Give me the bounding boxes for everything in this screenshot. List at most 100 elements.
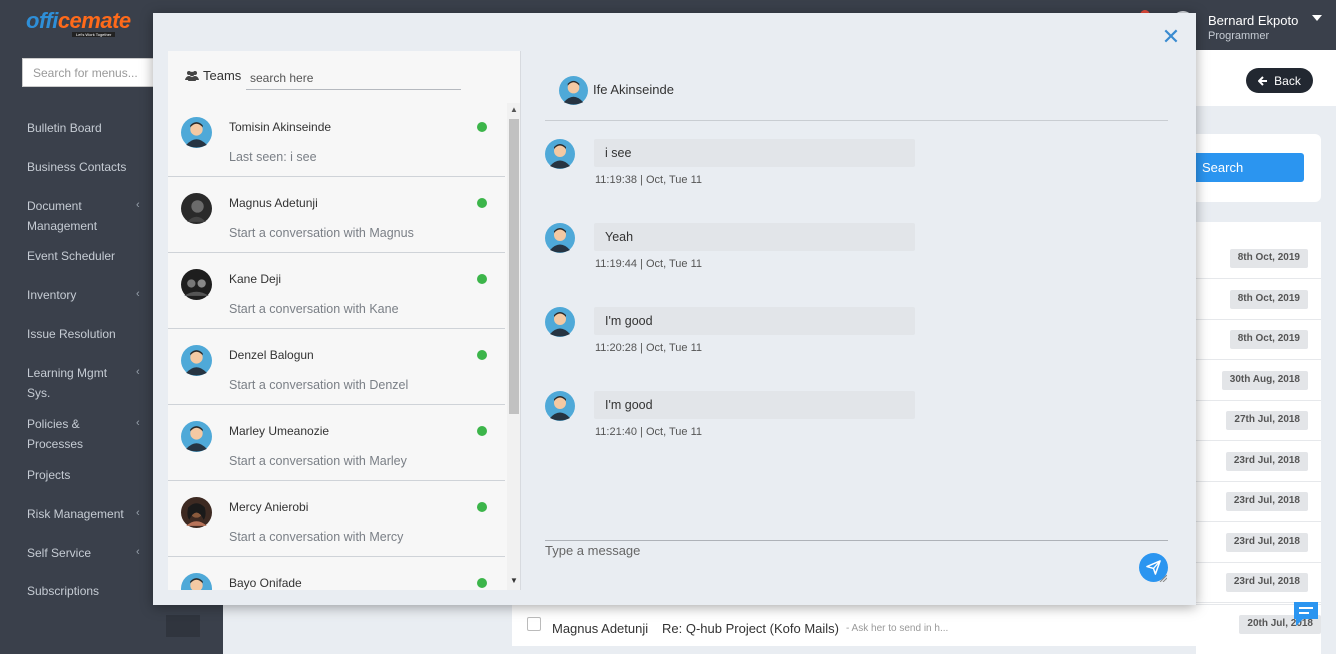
avatar (545, 139, 575, 169)
contact-item[interactable]: Tomisin Akinseinde Last seen: i see (168, 101, 505, 177)
sidebar-collapse-button[interactable] (166, 615, 200, 637)
contact-item[interactable]: Bayo Onifade (168, 557, 505, 590)
contact-status: Start a conversation with Mercy (229, 530, 404, 544)
sidebar-item-issue-resolution[interactable]: Issue Resolution (27, 324, 116, 344)
contact-item[interactable]: Denzel Balogun Start a conversation with… (168, 329, 505, 405)
scroll-down-icon[interactable]: ▼ (510, 576, 518, 585)
user-name[interactable]: Bernard Ekpoto (1208, 13, 1298, 28)
online-indicator (477, 274, 487, 284)
avatar (545, 307, 575, 337)
scrollbar-thumb[interactable] (509, 119, 519, 414)
logo-tagline: Let's Work Together (72, 32, 116, 37)
mail-subject[interactable]: Re: Q-hub Project (Kofo Mails) (662, 621, 839, 636)
list-row[interactable]: 8th Oct, 2019 (1196, 239, 1321, 279)
list-row[interactable]: 23rd Jul, 2018 (1196, 482, 1321, 522)
avatar (181, 269, 212, 300)
date-badge: 27th Jul, 2018 (1226, 411, 1308, 430)
sidebar-item-inventory[interactable]: Inventory (27, 285, 76, 305)
contact-status: Last seen: i see (229, 150, 317, 164)
chat-recipient-name: Ife Akinseinde (593, 82, 674, 97)
sidebar-item-policies[interactable]: Policies & Processes (27, 414, 107, 454)
sidebar-search-input[interactable]: Search for menus... (22, 58, 172, 87)
sidebar-item-event-scheduler[interactable]: Event Scheduler (27, 246, 115, 266)
contact-item[interactable]: Marley Umeanozie Start a conversation wi… (168, 405, 505, 481)
date-badge: 8th Oct, 2019 (1229, 290, 1308, 309)
list-row[interactable]: 8th Oct, 2019 (1196, 320, 1321, 360)
list-row[interactable]: 23rd Jul, 2018 (1196, 523, 1321, 563)
avatar (545, 223, 575, 253)
back-button[interactable]: Back (1246, 68, 1313, 93)
chevron-left-icon: ‹ (136, 366, 140, 378)
chevron-left-icon: ‹ (136, 199, 140, 211)
sidebar-item-document-management[interactable]: Document Management (27, 196, 117, 236)
sidebar-item-risk-management[interactable]: Risk Management (27, 504, 124, 524)
date-badge: 23rd Jul, 2018 (1225, 573, 1308, 592)
sidebar-item-subscriptions[interactable]: Subscriptions (27, 581, 99, 601)
sidebar-item-business-contacts[interactable]: Business Contacts (27, 157, 126, 177)
sidebar-item-projects[interactable]: Projects (27, 465, 70, 485)
contact-status: Start a conversation with Marley (229, 454, 407, 468)
avatar (181, 573, 212, 590)
chevron-left-icon: ‹ (136, 417, 140, 429)
online-indicator (477, 122, 487, 132)
chat-message: I'm good 11:20:28 | Oct, Tue 11 (545, 307, 1145, 367)
caret-down-icon[interactable] (1312, 15, 1322, 21)
chat-message: i see 11:19:38 | Oct, Tue 11 (545, 139, 1145, 199)
list-row[interactable]: 23rd Jul, 2018 (1196, 563, 1321, 603)
contact-list: Tomisin Akinseinde Last seen: i see Magn… (168, 101, 505, 590)
message-bubble: i see (594, 139, 915, 167)
contact-name: Tomisin Akinseinde (229, 120, 332, 134)
message-timestamp: 11:20:28 | Oct, Tue 11 (595, 342, 703, 354)
avatar (545, 391, 575, 421)
contact-status: Start a conversation with Denzel (229, 378, 409, 392)
sidebar-item-self-service[interactable]: Self Service (27, 543, 91, 563)
chat-message: I'm good 11:21:40 | Oct, Tue 11 (545, 391, 1145, 451)
online-indicator (477, 426, 487, 436)
app-logo[interactable]: officemate (26, 8, 131, 34)
list-row[interactable]: 30th Aug, 2018 (1196, 361, 1321, 401)
contact-name: Marley Umeanozie (229, 424, 330, 438)
teams-header: Teams (185, 68, 241, 83)
chevron-left-icon: ‹ (136, 288, 140, 300)
contact-status: Start a conversation with Magnus (229, 226, 414, 240)
sidebar-item-bulletin-board[interactable]: Bulletin Board (27, 118, 102, 138)
contact-name: Bayo Onifade (229, 576, 302, 590)
contact-search-input[interactable] (246, 66, 461, 90)
contact-item[interactable]: Mercy Anierobi Start a conversation with… (168, 481, 505, 557)
contact-name: Kane Deji (229, 272, 282, 286)
user-role: Programmer (1208, 30, 1270, 42)
chat-bubble-icon[interactable] (1291, 600, 1321, 628)
contact-item[interactable]: Magnus Adetunji Start a conversation wit… (168, 177, 505, 253)
chevron-left-icon: ‹ (136, 507, 140, 519)
mail-row[interactable]: Magnus Adetunji Re: Q-hub Project (Kofo … (512, 604, 1321, 646)
list-row[interactable]: 8th Oct, 2019 (1196, 280, 1321, 320)
date-badge: 8th Oct, 2019 (1229, 249, 1308, 268)
scroll-up-icon[interactable]: ▲ (510, 105, 518, 114)
teams-label: Teams (203, 68, 242, 83)
mail-checkbox[interactable] (527, 617, 541, 631)
chevron-left-icon: ‹ (136, 546, 140, 558)
message-bubble: Yeah (594, 223, 915, 251)
sidebar-item-learning-mgmt[interactable]: Learning Mgmt Sys. (27, 363, 117, 403)
message-composer (545, 540, 1168, 590)
users-icon (185, 71, 199, 81)
contacts-panel: Teams Tomisin Akinseinde Last seen: i se… (168, 51, 521, 590)
date-badge: 30th Aug, 2018 (1221, 371, 1308, 390)
message-timestamp: 11:21:40 | Oct, Tue 11 (595, 426, 703, 438)
online-indicator (477, 578, 487, 588)
contact-item[interactable]: Kane Deji Start a conversation with Kane (168, 253, 505, 329)
resize-grip-icon[interactable] (1159, 574, 1167, 582)
online-indicator (477, 502, 487, 512)
message-bubble: I'm good (594, 307, 915, 335)
message-input[interactable] (545, 543, 1115, 583)
date-badge: 23rd Jul, 2018 (1225, 492, 1308, 511)
chat-modal: ✕ Teams Tomisin Akinseinde Last seen: i … (153, 13, 1196, 605)
list-row[interactable]: 27th Jul, 2018 (1196, 401, 1321, 441)
avatar (181, 497, 212, 528)
search-button[interactable]: Search (1196, 153, 1304, 182)
contacts-scrollbar[interactable]: ▲ ▼ (507, 103, 520, 590)
online-indicator (477, 350, 487, 360)
close-icon[interactable]: ✕ (1161, 26, 1181, 48)
list-row[interactable]: 23rd Jul, 2018 (1196, 442, 1321, 482)
chat-message: Yeah 11:19:44 | Oct, Tue 11 (545, 223, 1145, 283)
